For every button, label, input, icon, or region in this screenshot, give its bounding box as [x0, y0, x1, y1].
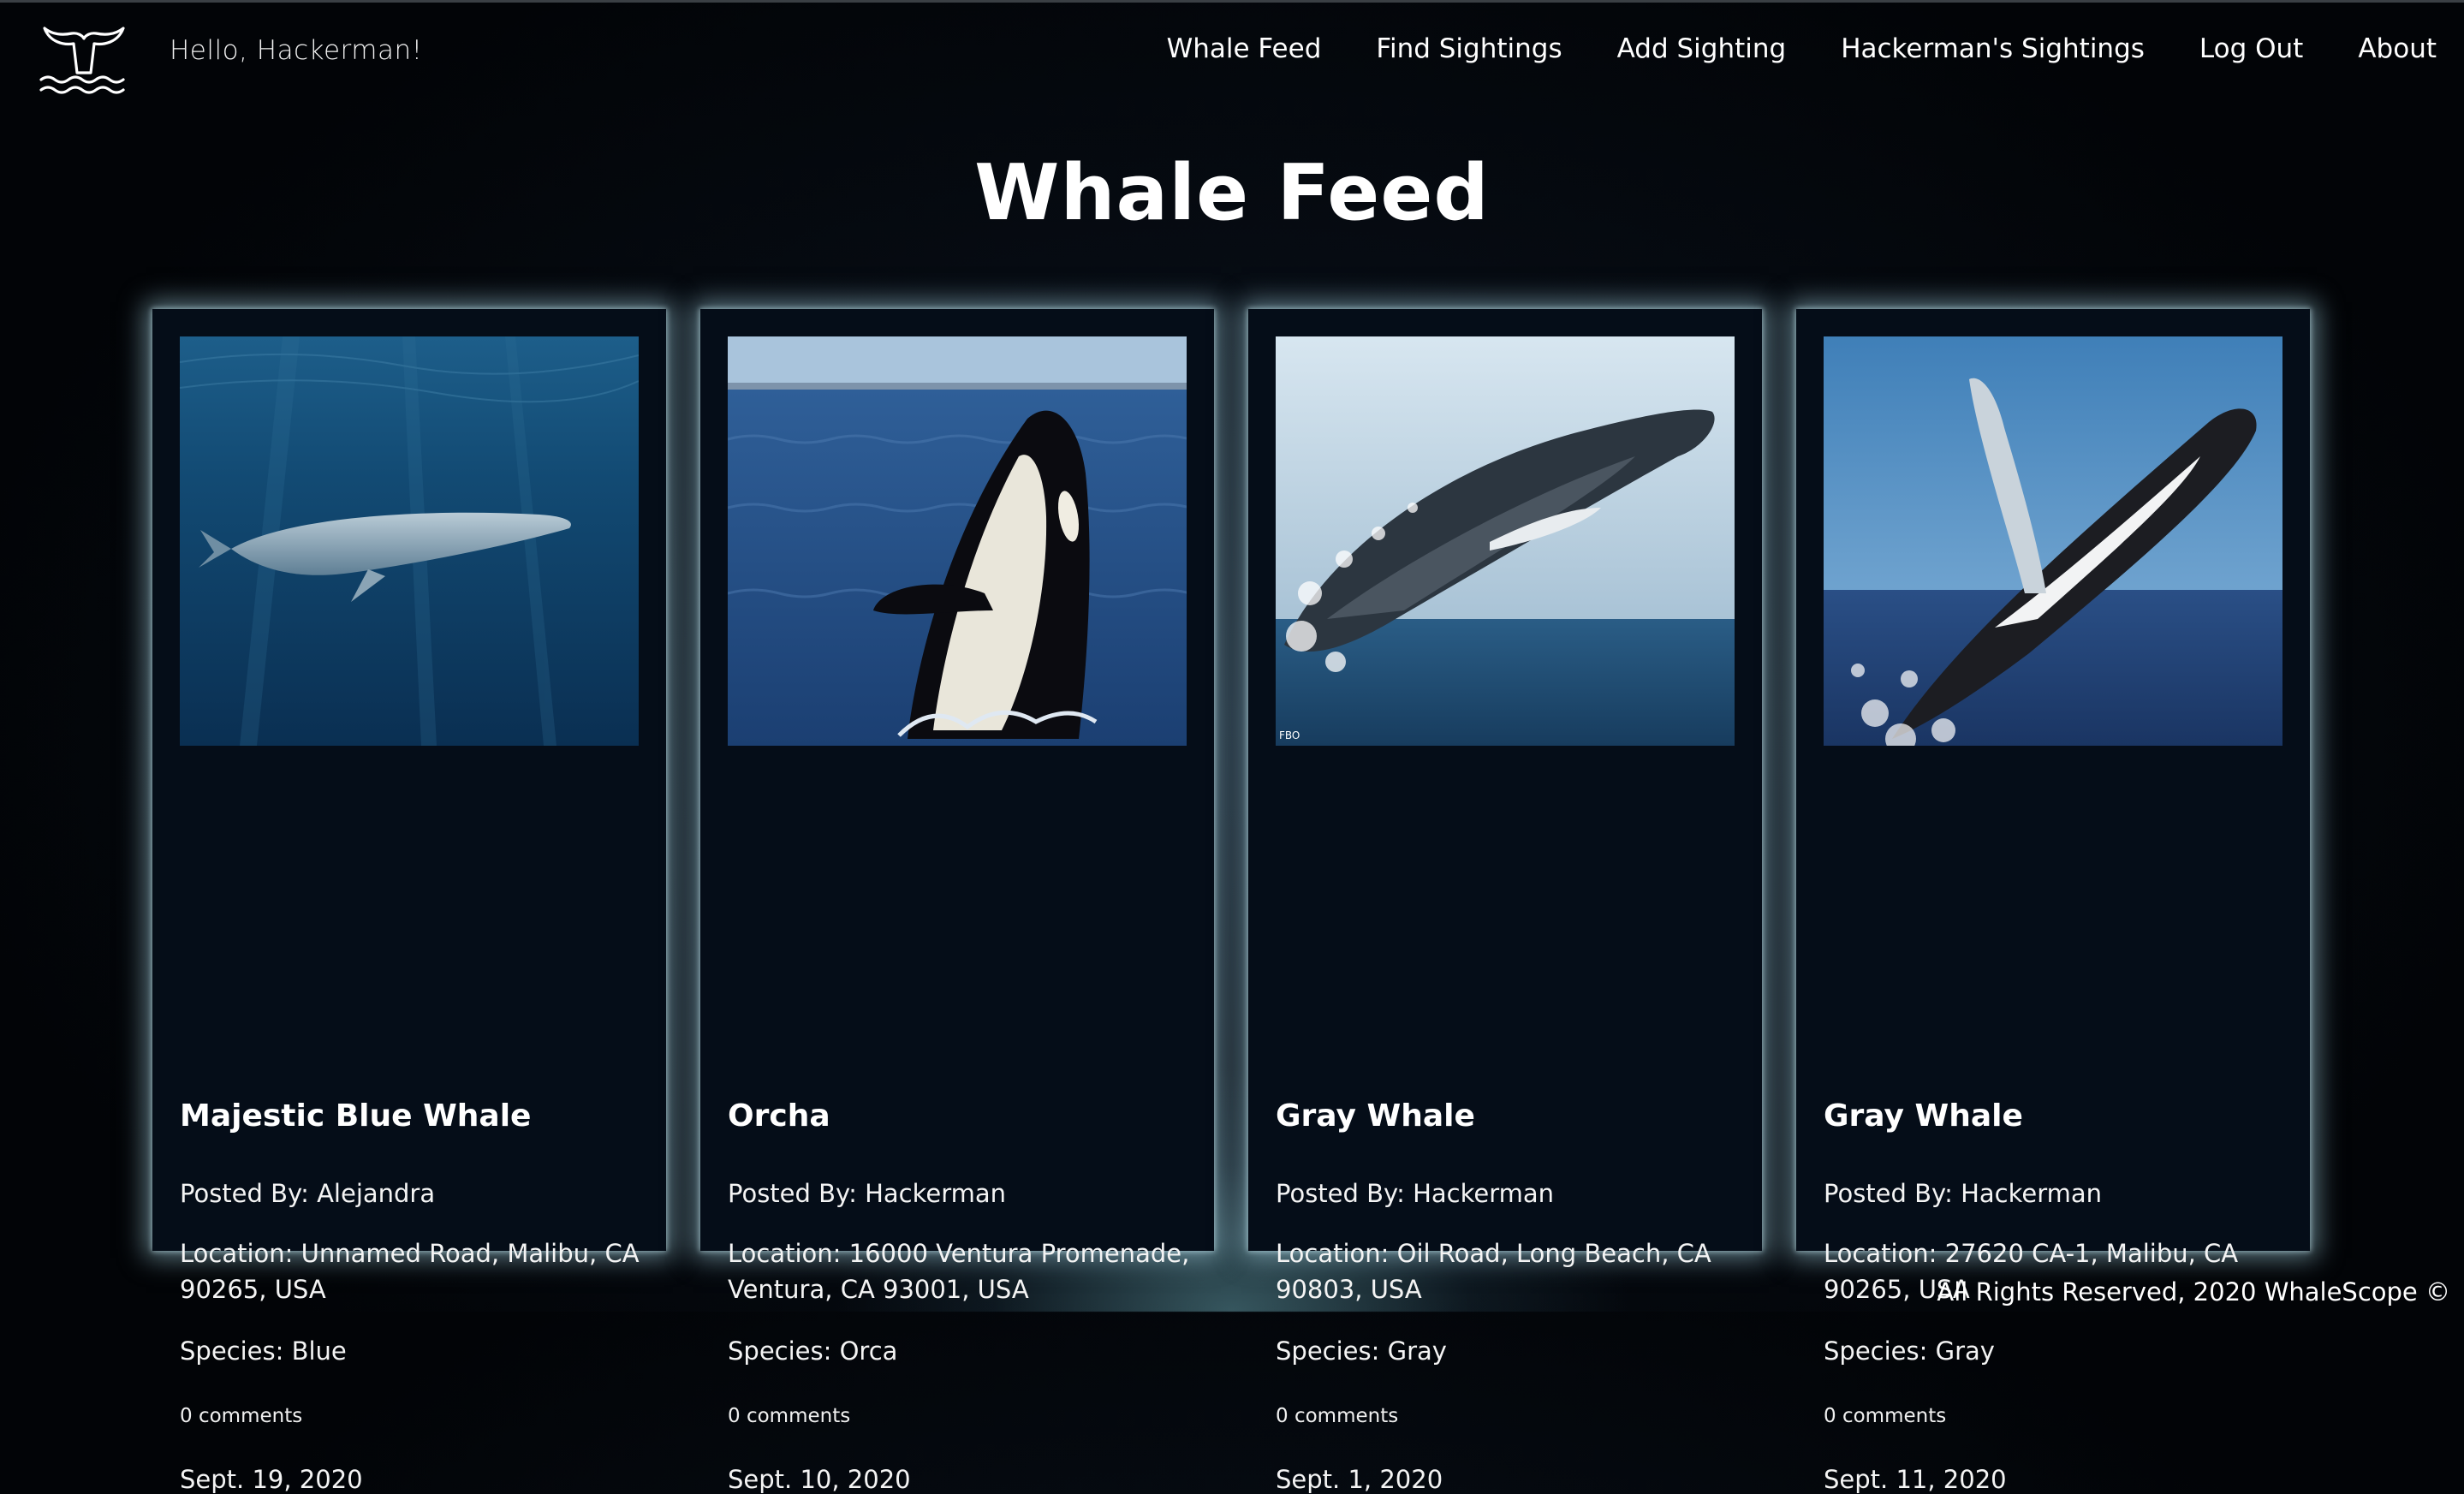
sighting-card[interactable]: Orcha Posted By: Hackerman Location: 160…: [700, 309, 1214, 1494]
sightings-feed: Majestic Blue Whale Posted By: Alejandra…: [152, 309, 2310, 1494]
sighting-posted-by: Posted By: Hackerman: [1824, 1179, 2103, 1208]
sighting-title[interactable]: Gray Whale: [1276, 1098, 1475, 1134]
sighting-comments-count[interactable]: 0 comments: [1276, 1405, 1398, 1427]
sighting-photo-breaching-whale[interactable]: FBO: [1276, 336, 1735, 746]
sighting-species: Species: Gray: [1824, 1336, 1995, 1366]
sighting-title[interactable]: Majestic Blue Whale: [180, 1098, 531, 1134]
sighting-date: Sept. 19, 2020: [180, 1465, 363, 1494]
sighting-species: Species: Gray: [1276, 1336, 1447, 1366]
sighting-photo-humpback[interactable]: [1824, 336, 2282, 746]
sighting-location: Location: Unnamed Road, Malibu, CA 90265…: [180, 1239, 640, 1304]
sighting-card[interactable]: Gray Whale Posted By: Hackerman Location…: [1796, 309, 2310, 1494]
sighting-title[interactable]: Orcha: [728, 1098, 830, 1134]
svg-text:FBO: FBO: [1279, 729, 1300, 741]
sighting-posted-by: Posted By: Alejandra: [180, 1179, 436, 1208]
sighting-comments-count[interactable]: 0 comments: [180, 1405, 302, 1427]
footer-copyright: All Rights Reserved, 2020 WhaleScope ©: [1937, 1277, 2450, 1307]
main-nav: Whale Feed Find Sightings Add Sighting H…: [1167, 33, 2437, 64]
sighting-date: Sept. 11, 2020: [1824, 1465, 2007, 1494]
nav-log-out[interactable]: Log Out: [2199, 33, 2303, 64]
sighting-photo-blue-whale[interactable]: [180, 336, 639, 746]
sighting-date: Sept. 10, 2020: [728, 1465, 911, 1494]
nav-about[interactable]: About: [2358, 33, 2437, 64]
sighting-title[interactable]: Gray Whale: [1824, 1098, 2023, 1134]
sighting-photo-orca[interactable]: [728, 336, 1187, 746]
sighting-card[interactable]: FBO Gray Whale Posted By: Hackerman Loca…: [1248, 309, 1762, 1494]
whale-tail-icon[interactable]: [39, 23, 128, 95]
page-title: Whale Feed: [974, 148, 1490, 238]
sighting-species: Species: Blue: [180, 1336, 347, 1366]
sighting-posted-by: Posted By: Hackerman: [1276, 1179, 1555, 1208]
nav-add-sighting[interactable]: Add Sighting: [1617, 33, 1787, 64]
nav-find-sightings[interactable]: Find Sightings: [1376, 33, 1562, 64]
nav-my-sightings[interactable]: Hackerman's Sightings: [1841, 33, 2145, 64]
sighting-comments-count[interactable]: 0 comments: [728, 1405, 850, 1427]
top-nav-bar: Hello, Hackerman! Whale Feed Find Sighti…: [0, 3, 2464, 105]
sighting-date: Sept. 1, 2020: [1276, 1465, 1443, 1494]
sighting-location: Location: Oil Road, Long Beach, CA 90803…: [1276, 1239, 1711, 1304]
sighting-comments-count[interactable]: 0 comments: [1824, 1405, 1946, 1427]
sighting-card[interactable]: Majestic Blue Whale Posted By: Alejandra…: [152, 309, 666, 1494]
sighting-species: Species: Orca: [728, 1336, 898, 1366]
nav-whale-feed[interactable]: Whale Feed: [1167, 33, 1322, 64]
sighting-location: Location: 16000 Ventura Promenade, Ventu…: [728, 1239, 1190, 1304]
sighting-posted-by: Posted By: Hackerman: [728, 1179, 1007, 1208]
user-greeting: Hello, Hackerman!: [170, 35, 423, 66]
